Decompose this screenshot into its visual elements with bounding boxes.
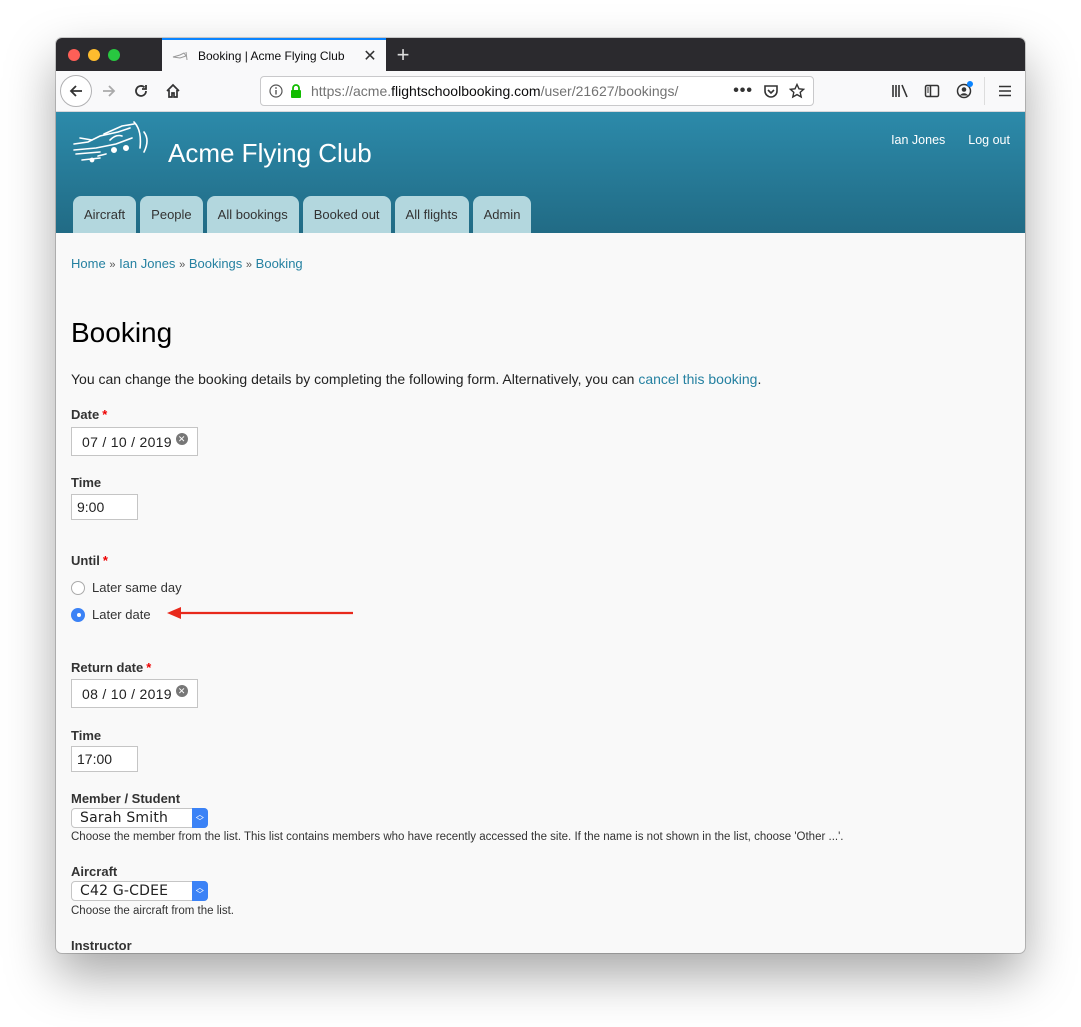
pocket-icon[interactable] — [763, 83, 779, 99]
aircraft-help-text: Choose the aircraft from the list. — [71, 905, 234, 917]
home-icon — [166, 83, 180, 98]
arrow-left-icon — [69, 85, 82, 97]
date-label: Date * — [71, 407, 107, 422]
radio-button-checked[interactable] — [71, 607, 85, 622]
member-help-text: Choose the member from the list. This li… — [71, 831, 844, 843]
nav-tab-booked-out[interactable]: Booked out — [302, 196, 391, 233]
intro-text: You can change the booking details by co… — [71, 371, 761, 387]
aircraft-label: Aircraft — [71, 864, 118, 879]
breadcrumb-separator: » — [179, 259, 186, 271]
return-time-label: Time — [71, 728, 102, 743]
nav-tab-aircraft[interactable]: Aircraft — [73, 196, 137, 233]
url-host: flightschoolbooking.com — [391, 83, 541, 99]
breadcrumb: Home » Ian Jones » Bookings » Booking — [71, 256, 303, 271]
required-marker: * — [102, 407, 108, 422]
breadcrumb-bookings[interactable]: Bookings — [189, 256, 242, 271]
site-header: Acme Flying Club Ian Jones Log out Aircr… — [56, 112, 1025, 233]
radio-later-same-day[interactable]: Later same day — [71, 580, 182, 595]
select-chevron-icon: ︿ ﹀ — [192, 808, 208, 828]
nav-tab-admin[interactable]: Admin — [472, 196, 532, 233]
return-date-input[interactable]: 08 / 10 / 2019 ✕ — [71, 679, 198, 708]
nav-tab-all-flights[interactable]: All flights — [394, 196, 469, 233]
instructor-label: Instructor — [71, 938, 132, 953]
until-label-text: Until — [71, 553, 100, 568]
clear-date-icon[interactable]: ✕ — [175, 432, 188, 445]
zoom-window-button[interactable] — [108, 49, 120, 61]
return-time-input[interactable]: 17:00 — [71, 746, 138, 772]
return-time-value: 17:00 — [77, 751, 113, 767]
close-window-button[interactable] — [68, 49, 80, 61]
bookmark-star-icon[interactable] — [789, 83, 805, 99]
clear-return-date-icon[interactable]: ✕ — [175, 684, 188, 697]
airplane-logo-icon[interactable] — [70, 120, 152, 168]
annotation-arrow-icon — [167, 607, 353, 619]
radio-button[interactable] — [71, 580, 85, 595]
minimize-window-button[interactable] — [88, 49, 100, 61]
close-tab-icon[interactable]: ✕ — [360, 46, 380, 66]
back-button[interactable] — [60, 75, 92, 107]
hamburger-menu-icon[interactable] — [989, 76, 1021, 106]
url-text[interactable]: https://acme.flightschoolbooking.com/use… — [311, 83, 733, 99]
info-icon[interactable] — [269, 84, 283, 98]
select-chevron-icon: ︿ ﹀ — [192, 881, 208, 901]
forward-button[interactable] — [94, 76, 124, 106]
home-button[interactable] — [158, 76, 188, 106]
breadcrumb-home[interactable]: Home — [71, 256, 106, 271]
until-label: Until * — [71, 553, 108, 568]
breadcrumb-separator: » — [245, 259, 253, 271]
date-label-text: Date — [71, 407, 100, 422]
tab-title: Booking | Acme Flying Club — [198, 48, 345, 63]
tab-strip: Booking | Acme Flying Club ✕ + — [56, 38, 1025, 71]
date-input[interactable]: 07 / 10 / 2019 ✕ — [71, 427, 198, 456]
toolbar-separator — [984, 77, 985, 105]
required-marker: * — [102, 553, 108, 568]
return-date-label-text: Return date — [71, 660, 144, 675]
arrow-right-icon — [103, 85, 116, 97]
url-path: /user/21627/bookings/ — [540, 83, 679, 99]
radio-label: Later same day — [92, 580, 182, 595]
aircraft-select[interactable]: C42 G-CDEE ︿ ﹀ — [71, 881, 208, 901]
member-value: Sarah Smith — [80, 810, 169, 826]
date-value: 07 / 10 / 2019 — [82, 433, 172, 450]
browser-tab[interactable]: Booking | Acme Flying Club ✕ — [162, 38, 386, 71]
site-name[interactable]: Acme Flying Club — [168, 138, 372, 169]
intro-sentence: You can change the booking details by co… — [71, 371, 639, 387]
notification-dot — [967, 81, 973, 87]
radio-later-date[interactable]: Later date — [71, 607, 151, 622]
nav-tab-all-bookings[interactable]: All bookings — [206, 196, 299, 233]
breadcrumb-user[interactable]: Ian Jones — [119, 256, 175, 271]
library-icon[interactable] — [884, 76, 916, 106]
required-marker: * — [146, 660, 152, 675]
logout-link[interactable]: Log out — [968, 133, 1010, 147]
intro-end: . — [757, 371, 762, 387]
aircraft-value: C42 G-CDEE — [80, 883, 169, 899]
navigation-toolbar: https://acme.flightschoolbooking.com/use… — [56, 71, 1025, 112]
main-nav-tabs: Aircraft People All bookings Booked out … — [73, 196, 532, 233]
nav-tab-people[interactable]: People — [140, 196, 203, 233]
time-label: Time — [71, 475, 102, 490]
plane-favicon-icon — [172, 51, 188, 60]
reload-icon — [135, 85, 147, 97]
time-value: 9:00 — [77, 499, 105, 515]
cancel-booking-link[interactable]: cancel this booking — [638, 371, 757, 387]
lock-icon[interactable] — [289, 84, 303, 98]
member-label: Member / Student — [71, 791, 181, 806]
time-input[interactable]: 9:00 — [71, 494, 138, 520]
member-select[interactable]: Sarah Smith ︿ ﹀ — [71, 808, 208, 828]
new-tab-button[interactable]: + — [393, 42, 413, 68]
breadcrumb-booking[interactable]: Booking — [256, 256, 303, 271]
url-scheme: https://acme. — [311, 83, 392, 99]
return-date-label: Return date * — [71, 660, 151, 675]
page-title: Booking — [71, 317, 173, 348]
breadcrumb-separator: » — [109, 259, 116, 271]
account-icon[interactable] — [948, 76, 980, 106]
return-date-value: 08 / 10 / 2019 — [82, 685, 172, 702]
url-bar[interactable]: https://acme.flightschoolbooking.com/use… — [260, 76, 814, 106]
user-profile-link[interactable]: Ian Jones — [891, 133, 945, 147]
sidebar-icon[interactable] — [916, 76, 948, 106]
page-actions-icon[interactable]: ••• — [733, 82, 753, 100]
radio-label: Later date — [92, 607, 151, 622]
reload-button[interactable] — [126, 76, 156, 106]
browser-window: Booking | Acme Flying Club ✕ + https://a… — [56, 38, 1025, 953]
